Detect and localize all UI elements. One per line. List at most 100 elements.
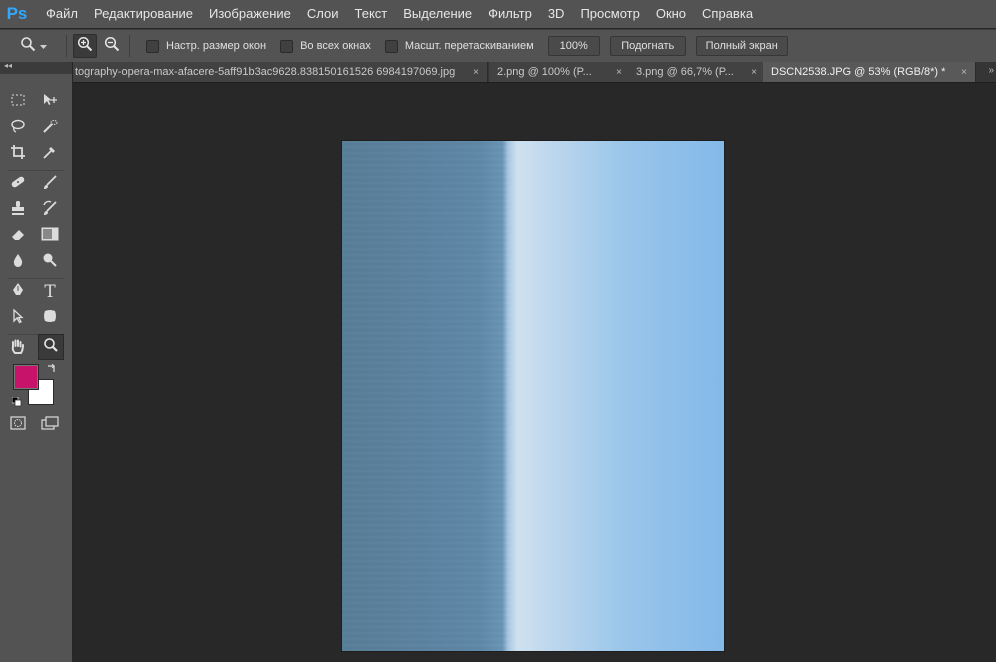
resize-windows-option[interactable]: Настр. размер окон: [146, 39, 267, 53]
menu-window[interactable]: Окно: [648, 0, 694, 28]
zoom-icon: [20, 36, 36, 57]
quick-mask-icon: [10, 415, 26, 435]
resize-windows-checkbox[interactable]: [146, 39, 159, 53]
zoom-out-icon: [104, 36, 120, 57]
menu-view[interactable]: Просмотр: [572, 0, 647, 28]
photoshop-logo: Ps: [6, 4, 28, 23]
document-image[interactable]: [342, 141, 724, 651]
collapse-icon[interactable]: ◂◂: [4, 61, 12, 70]
menu-help[interactable]: Справка: [694, 0, 761, 28]
tabs-overflow-icon[interactable]: »: [988, 65, 994, 76]
swap-colors-icon[interactable]: [46, 361, 56, 379]
path-selection-tool[interactable]: [6, 306, 30, 330]
divider: [66, 35, 67, 57]
marquee-tool[interactable]: [6, 90, 30, 114]
menu-filter[interactable]: Фильтр: [480, 0, 540, 28]
menu-type[interactable]: Текст: [347, 0, 396, 28]
path-selection-icon: [10, 307, 26, 329]
zoom-in-button[interactable]: [73, 34, 97, 58]
brush-icon: [42, 174, 58, 195]
scrubby-zoom-label: Масшт. перетаскиванием: [404, 40, 534, 52]
tool-preset-picker[interactable]: [20, 36, 60, 57]
menu-image[interactable]: Изображение: [201, 0, 299, 28]
custom-shape-icon: [42, 308, 58, 329]
healing-brush-tool[interactable]: [6, 172, 30, 196]
gradient-icon: [41, 227, 59, 246]
dodge-icon: [42, 252, 58, 273]
dodge-tool[interactable]: [38, 250, 62, 274]
document-tab[interactable]: 3.png @ 66,7% (P... ×: [628, 62, 766, 82]
canvas-area[interactable]: [73, 83, 996, 662]
document-tab[interactable]: 2.png @ 100% (P... ×: [489, 62, 631, 82]
bandage-icon: [9, 174, 27, 195]
eraser-tool[interactable]: [6, 224, 30, 248]
chevron-down-icon: [40, 37, 47, 55]
zoom-icon: [43, 337, 59, 358]
pen-tool[interactable]: [6, 280, 30, 304]
history-brush-tool[interactable]: [38, 198, 62, 222]
zoom-out-button[interactable]: [101, 35, 123, 57]
quick-mask-button[interactable]: [6, 413, 30, 437]
tab-title: 2.png @ 100% (P...: [497, 66, 592, 78]
menu-layers[interactable]: Слои: [299, 0, 347, 28]
screen-mode-icon: [41, 415, 59, 435]
clone-stamp-tool[interactable]: [6, 198, 30, 222]
quick-selection-tool[interactable]: [38, 116, 62, 140]
hand-icon: [9, 338, 27, 359]
history-brush-icon: [42, 200, 58, 221]
move-icon: [41, 92, 59, 113]
blur-tool[interactable]: [6, 250, 30, 274]
close-icon[interactable]: ×: [747, 67, 761, 78]
scrubby-zoom-checkbox[interactable]: [384, 39, 398, 53]
eyedropper-icon: [42, 144, 58, 165]
close-icon[interactable]: ×: [612, 67, 626, 78]
toolbar-divider: [8, 170, 64, 171]
rect-marquee-icon: [10, 92, 26, 113]
eyedropper-tool[interactable]: [38, 142, 62, 166]
type-icon: T: [44, 282, 56, 302]
quick-selection-icon: [42, 118, 58, 139]
water-drop-icon: [10, 252, 26, 273]
toolbar-header[interactable]: ◂◂: [0, 61, 73, 74]
toolbar-divider: [8, 278, 64, 279]
fill-screen-button[interactable]: Полный экран: [695, 36, 788, 56]
close-icon[interactable]: ×: [469, 67, 483, 78]
pen-icon: [10, 282, 26, 303]
menu-file[interactable]: Файл: [38, 0, 86, 28]
lasso-icon: [10, 118, 26, 139]
zoom-100-button[interactable]: 100%: [547, 36, 600, 56]
menu-3d[interactable]: 3D: [540, 0, 573, 28]
menu-items: Файл Редактирование Изображение Слои Тек…: [38, 0, 761, 28]
move-tool[interactable]: [38, 90, 62, 114]
document-tab[interactable]: tography-opera-max-afacere-5aff91b3ac962…: [73, 62, 488, 82]
foreground-color-swatch[interactable]: [13, 364, 39, 390]
crop-tool[interactable]: [6, 142, 30, 166]
document-tab-active[interactable]: DSCN2538.JPG @ 53% (RGB/8*) * ×: [763, 62, 976, 82]
all-windows-label: Во всех окнах: [300, 40, 371, 52]
all-windows-option[interactable]: Во всех окнах: [280, 39, 371, 53]
brush-tool[interactable]: [38, 172, 62, 196]
menu-edit[interactable]: Редактирование: [86, 0, 201, 28]
lasso-tool[interactable]: [6, 116, 30, 140]
scrubby-zoom-option[interactable]: Масшт. перетаскиванием: [384, 39, 534, 53]
all-windows-checkbox[interactable]: [280, 39, 294, 53]
crop-icon: [10, 144, 26, 165]
default-colors-icon[interactable]: [11, 394, 22, 412]
zoom-in-icon: [77, 36, 93, 57]
eraser-icon: [10, 226, 26, 247]
close-icon[interactable]: ×: [957, 67, 971, 78]
fit-screen-button[interactable]: Подогнать: [609, 36, 686, 56]
zoom-tool[interactable]: [38, 334, 64, 360]
screen-mode-button[interactable]: [38, 413, 62, 437]
resize-windows-label: Настр. размер окон: [166, 40, 267, 52]
divider: [129, 35, 130, 57]
hand-tool[interactable]: [6, 336, 30, 360]
menu-bar: Ps Файл Редактирование Изображение Слои …: [0, 0, 996, 28]
custom-shape-tool[interactable]: [38, 306, 62, 330]
tab-title: DSCN2538.JPG @ 53% (RGB/8*) *: [771, 66, 946, 78]
gradient-tool[interactable]: [38, 224, 62, 248]
menu-select[interactable]: Выделение: [395, 0, 480, 28]
type-tool[interactable]: T: [38, 280, 62, 304]
stamp-icon: [10, 200, 26, 221]
document-tabs: tography-opera-max-afacere-5aff91b3ac962…: [73, 62, 996, 83]
